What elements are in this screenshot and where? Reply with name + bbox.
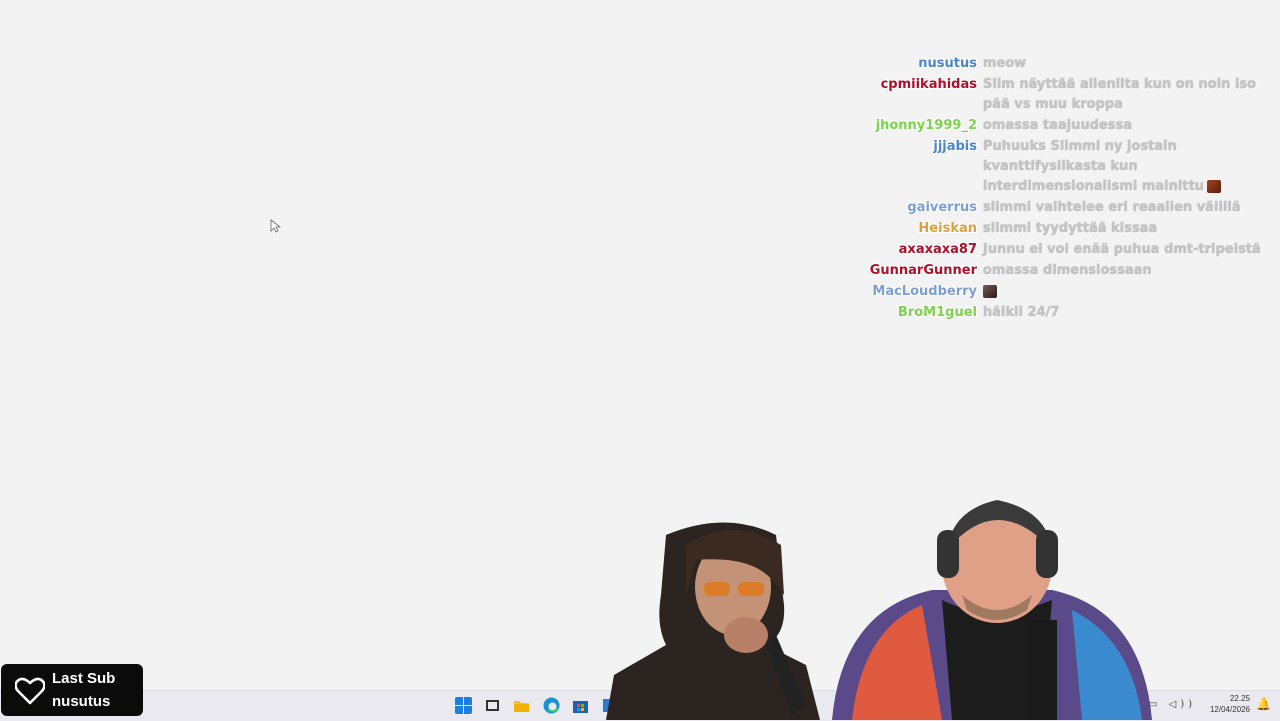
- last-sub-widget: Last Sub nusutus: [1, 664, 143, 716]
- chat-message: axaxaxa87 Junnu ei voi enää puhua dmt-tr…: [860, 240, 1272, 260]
- chat-message: nusutus meow: [860, 54, 1272, 74]
- chat-username: jhonny1999_2: [875, 118, 977, 133]
- chat-text: häikii 24/7: [983, 305, 1060, 320]
- edge-browser-icon[interactable]: [543, 697, 560, 714]
- windows-start-icon[interactable]: [455, 697, 472, 714]
- chat-username: Heiskan: [918, 221, 977, 236]
- chat-text: omassa taajuudessa: [983, 118, 1133, 133]
- chat-text: omassa dimensiossaan: [983, 263, 1152, 278]
- chat-username: axaxaxa87: [898, 242, 977, 257]
- chat-overlay: nusutus meow cpmiikahidas Slim näyttää a…: [860, 54, 1272, 324]
- chat-text: [983, 282, 1272, 302]
- emote-icon: [1207, 180, 1222, 193]
- chat-text: meow: [983, 56, 1027, 71]
- chat-text: slimmi vaihtelee eri reaalien välillä: [983, 200, 1241, 215]
- webcam-left: [606, 522, 820, 720]
- chat-text: Slim näyttää alienilta kun on noin iso p…: [983, 77, 1257, 112]
- mouse-cursor-icon: [270, 219, 282, 233]
- webcam-right: [832, 500, 1152, 720]
- system-tray-icons[interactable]: ▭ ◁)): [1148, 699, 1196, 710]
- file-explorer-icon[interactable]: [513, 697, 530, 714]
- chat-username: GunnarGunner: [869, 263, 977, 278]
- heart-icon: [15, 677, 45, 705]
- microsoft-store-icon[interactable]: [572, 697, 589, 714]
- clock[interactable]: 22.25 12/04/2026: [1210, 693, 1250, 715]
- task-view-icon[interactable]: [484, 697, 501, 714]
- chat-message: MacLoudberry: [860, 282, 1272, 302]
- last-sub-label: Last Sub: [52, 670, 116, 687]
- emote-icon: [983, 285, 997, 298]
- chat-username: cpmiikahidas: [880, 77, 977, 92]
- chat-text: slimmi tyydyttää kissaa: [983, 221, 1158, 236]
- clock-time: 22.25: [1229, 694, 1250, 703]
- chat-message: jhonny1999_2 omassa taajuudessa: [860, 116, 1272, 136]
- chat-message: jjjabis Puhuuks Slimmi ny jostain kvantt…: [860, 137, 1272, 197]
- chat-message: gaiverrus slimmi vaihtelee eri reaalien …: [860, 198, 1272, 218]
- chat-text: Junnu ei voi enää puhua dmt-tripeistä: [983, 242, 1261, 257]
- chat-username: jjjabis: [933, 139, 977, 154]
- last-sub-username: nusutus: [52, 693, 111, 710]
- notification-bell-icon[interactable]: 🔔: [1256, 697, 1271, 711]
- chat-message: Heiskan slimmi tyydyttää kissaa: [860, 219, 1272, 239]
- chat-username: MacLoudberry: [872, 284, 977, 299]
- clock-date: 12/04/2026: [1209, 705, 1250, 714]
- chat-username: gaiverrus: [907, 200, 977, 215]
- chat-username: BroM1guel: [897, 305, 977, 320]
- chat-text: Puhuuks Slimmi ny jostain kvanttifysiika…: [983, 137, 1272, 197]
- chat-message: GunnarGunner omassa dimensiossaan: [860, 261, 1272, 281]
- chat-username: nusutus: [918, 56, 977, 71]
- chat-text-content: Puhuuks Slimmi ny jostain kvanttifysiika…: [983, 139, 1205, 194]
- chat-message: BroM1guel häikii 24/7: [860, 303, 1272, 323]
- chat-message: cpmiikahidas Slim näyttää alienilta kun …: [860, 75, 1272, 115]
